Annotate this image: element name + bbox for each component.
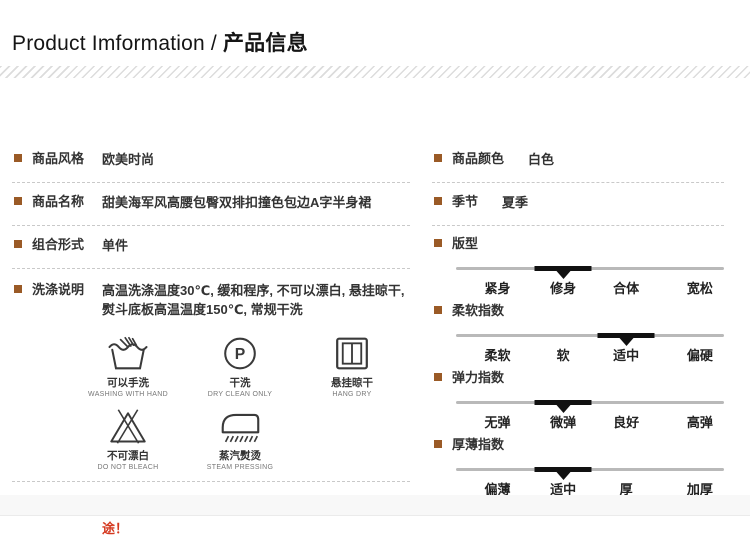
row-value: 甜美海军风高腰包臀双排扣撞色包边A字半身裙: [102, 195, 372, 210]
care-label-zh: 不可漂白: [107, 450, 149, 462]
care-label-en: STEAM PRESSING: [206, 464, 274, 471]
care-label-en: DO NOT BLEACH: [97, 464, 159, 471]
page-title-separator: /: [204, 32, 223, 55]
care-label-zh: 悬挂晾干: [331, 377, 373, 389]
row-label: 组合形式: [32, 237, 85, 252]
bullet-icon: [14, 197, 22, 205]
page-header: Product Imformation / 产品信息: [0, 0, 750, 57]
slider-options: 偏薄 适中厚加厚: [456, 479, 724, 497]
steam-press-icon: [221, 413, 260, 443]
row-label: 商品名称: [32, 194, 85, 209]
content: 商品风格 欧美时尚 商品名称 甜美海军风高腰包臀双排扣撞色包边A字半身裙 组合形…: [0, 140, 750, 551]
softness-index-slider: 柔软指数 柔软 软 适中 偏硬: [432, 293, 724, 363]
care-symbol: 可以手洗 WASHING WITH HAND: [72, 335, 184, 398]
page-title-zh: 产品信息: [222, 32, 308, 55]
elasticity-index-slider: 弹力指数 无弹 微弹 良好 高弹: [432, 360, 724, 430]
slider-option: 无弹: [484, 415, 511, 430]
slider-option: 紧身: [484, 281, 511, 296]
hang-dry-icon: [336, 337, 368, 370]
bullet-icon: [14, 240, 22, 248]
care-symbol: 不可漂白 DO NOT BLEACH: [72, 408, 184, 471]
care-label-zh: 蒸汽熨烫: [219, 450, 261, 462]
slider-option: 柔软: [484, 348, 511, 363]
row-label: 洗涤说明: [32, 282, 85, 297]
care-label-en: WASHING WITH HAND: [88, 391, 168, 398]
slider-label: 弹力指数: [452, 370, 505, 385]
care-label-en: DRY CLEAN ONLY: [207, 391, 273, 398]
care-label-en: HANG DRY: [332, 391, 372, 398]
row-product-color: 商品颜色 白色: [432, 140, 724, 183]
footer-divider-band: [0, 495, 750, 516]
slider-track: [456, 400, 724, 405]
slider-options: 紧身 修身 合体 宽松: [456, 278, 724, 296]
care-symbol: 悬挂晾干 HANG DRY: [296, 335, 408, 398]
care-symbol-grid: 可以手洗 WASHING WITH HAND P 干洗 DRY CLEAN ON…: [72, 335, 410, 471]
row-season: 季节 夏季: [432, 183, 724, 226]
thickness-index-slider: 厚薄指数 偏薄 适中厚加厚: [432, 427, 724, 497]
bullet-icon: [14, 285, 22, 293]
row-product-style: 商品风格 欧美时尚: [12, 140, 410, 183]
slider-option: 微弹: [550, 415, 577, 430]
hand-wash-icon: [108, 336, 148, 370]
product-information-panel: Product Imformation / 产品信息 商品风格 欧美时尚 商品名…: [0, 0, 750, 553]
bullet-icon: [434, 306, 442, 314]
row-label: 商品风格: [32, 151, 85, 166]
slider-options: 无弹 微弹 良好 高弹: [456, 412, 724, 430]
row-value: 欧美时尚: [102, 152, 155, 167]
slider-option: 修身: [550, 281, 577, 296]
slider-marker: [534, 467, 592, 472]
bullet-icon: [434, 197, 442, 205]
care-symbol: 蒸汽熨烫 STEAM PRESSING: [184, 408, 296, 471]
row-label: 季节: [452, 194, 479, 209]
slider-label: 柔软指数: [452, 303, 505, 318]
hatched-divider: [0, 66, 750, 78]
care-label-zh: 可以手洗: [107, 377, 149, 389]
row-value: 夏季: [502, 195, 529, 210]
slider-options: 柔软 软 适中 偏硬: [456, 345, 724, 363]
bullet-icon: [434, 239, 442, 247]
page-title-en: Product Imformation: [12, 32, 205, 55]
row-value: 高温洗涤温度30℃, 缓和程序, 不可以漂白, 悬挂晾干, 熨斗底板高温温度15…: [102, 283, 405, 317]
slider-option: 软: [556, 348, 570, 363]
slider-option: 良好: [613, 415, 640, 430]
slider-track: [456, 266, 724, 271]
svg-text:P: P: [235, 346, 245, 363]
bullet-icon: [434, 154, 442, 162]
row-warm-tip: 温馨提示 模特所佩戴饰品、配件均为搭配所用，不做销售用途！: [12, 482, 410, 551]
page-title: Product Imformation / 产品信息: [12, 27, 738, 57]
slider-marker: [534, 266, 592, 271]
row-product-name: 商品名称 甜美海军风高腰包臀双排扣撞色包边A字半身裙: [12, 183, 410, 226]
bullet-icon: [14, 154, 22, 162]
row-value: 白色: [528, 152, 555, 167]
bullet-icon: [434, 440, 442, 448]
slider-label: 厚薄指数: [452, 437, 505, 452]
bullet-icon: [434, 373, 442, 381]
slider-track: [456, 467, 724, 472]
row-washing-instructions: 洗涤说明 高温洗涤温度30℃, 缓和程序, 不可以漂白, 悬挂晾干, 熨斗底板高…: [12, 269, 410, 482]
slider-option: 宽松: [686, 281, 713, 296]
row-value: 单件: [102, 238, 129, 253]
slider-label: 版型: [452, 236, 479, 251]
slider-track: [456, 333, 724, 338]
left-column: 商品风格 欧美时尚 商品名称 甜美海军风高腰包臀双排扣撞色包边A字半身裙 组合形…: [12, 140, 410, 551]
row-combination: 组合形式 单件: [12, 226, 410, 269]
slider-marker: [534, 400, 592, 405]
slider-option: 高弹: [686, 415, 713, 430]
slider-option: 适中: [613, 348, 640, 363]
care-label-zh: 干洗: [229, 377, 251, 389]
slider-option: 合体: [613, 281, 640, 296]
dry-clean-icon: P: [224, 337, 256, 370]
care-symbol: P 干洗 DRY CLEAN ONLY: [184, 335, 296, 398]
no-bleach-icon: [110, 409, 146, 444]
right-column: 商品颜色 白色 季节 夏季 版型 紧身 修身 合体 宽松 柔软指数 柔软 软 适…: [410, 140, 738, 551]
fit-index-slider: 版型 紧身 修身 合体 宽松: [432, 226, 724, 296]
slider-marker: [597, 333, 655, 338]
slider-option: 偏硬: [686, 348, 713, 363]
row-label: 商品颜色: [452, 151, 505, 166]
